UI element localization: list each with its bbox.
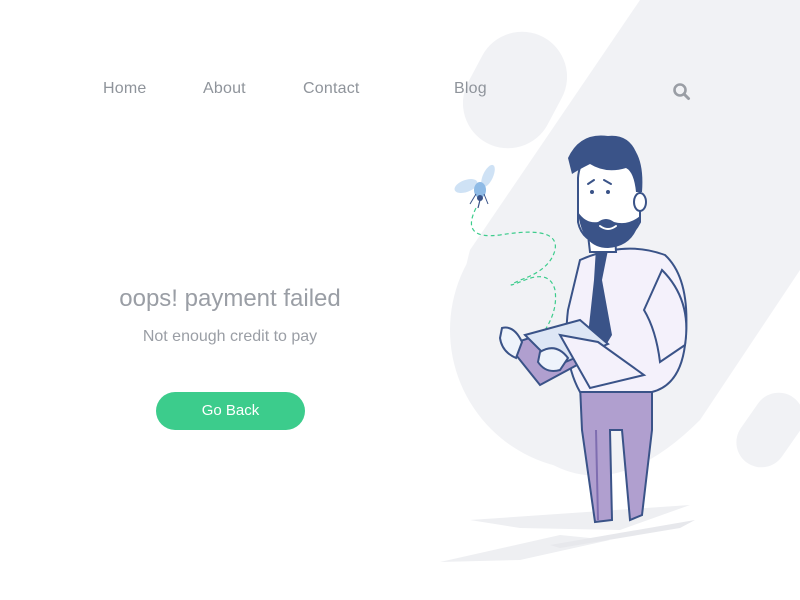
go-back-button[interactable]: Go Back: [156, 392, 305, 430]
error-subtitle: Not enough credit to pay: [142, 328, 318, 345]
error-title: oops! payment failed: [119, 285, 341, 312]
nav-link-blog[interactable]: Blog: [454, 80, 487, 98]
mosquito-icon: [454, 164, 495, 209]
nav-link-contact[interactable]: Contact: [303, 80, 360, 98]
nav-link-about[interactable]: About: [203, 80, 246, 98]
nav-link-home[interactable]: Home: [103, 80, 146, 98]
search-button[interactable]: [672, 82, 692, 102]
search-icon: [673, 83, 690, 100]
man-with-empty-wallet-illustration: [454, 135, 688, 524]
